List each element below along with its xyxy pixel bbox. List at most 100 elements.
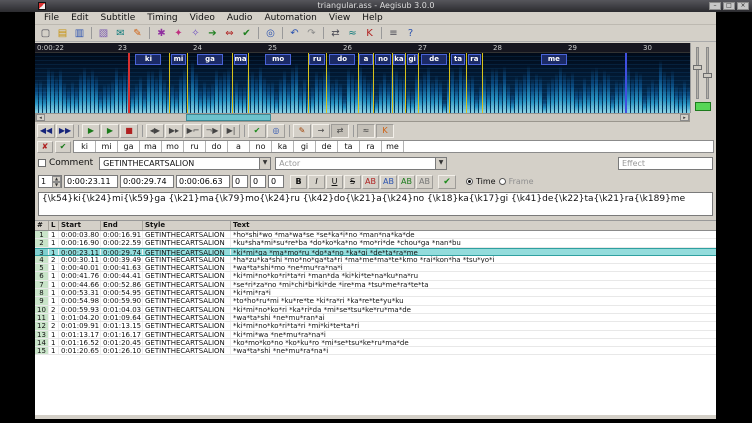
subtitle-row-1[interactable]: 110:00:03.800:00:16.91GETINTHECARTSALION… — [35, 231, 716, 239]
karaoke-section-gi[interactable]: gi — [405, 53, 418, 113]
karaoke-syllable-me[interactable]: me — [382, 141, 404, 152]
vertical-zoom-handle[interactable] — [693, 65, 702, 70]
play-first-500ms-button[interactable]: ▶⌐ — [184, 124, 202, 138]
chevron-down-icon[interactable]: ▼ — [435, 158, 446, 169]
karaoke-syllable-ru[interactable]: ru — [184, 141, 206, 152]
scroll-left-arrow[interactable]: ◂ — [36, 114, 45, 121]
karaoke-syllable-no[interactable]: no — [250, 141, 272, 152]
karaoke-section-do[interactable]: do — [326, 53, 358, 113]
accept-split-button[interactable]: ✔ — [55, 141, 71, 153]
audio-horizontal-scrollbar[interactable]: ◂ ▸ — [35, 113, 690, 122]
karaoke-syllable-ta[interactable]: ta — [338, 141, 360, 152]
close-button[interactable]: × — [737, 2, 749, 10]
vertical-zoom-slider[interactable] — [696, 47, 699, 99]
bold-button[interactable]: B — [290, 175, 307, 189]
karaoke-section-ka[interactable]: ka — [392, 53, 406, 113]
minimize-button[interactable]: – — [709, 2, 721, 10]
volume-handle[interactable] — [703, 73, 712, 78]
cancel-split-button[interactable]: ✘ — [37, 141, 53, 153]
next-line-button[interactable]: ▶▶ — [56, 124, 74, 138]
time-radio[interactable] — [466, 178, 473, 185]
karaoke-section-ga[interactable]: ga — [187, 53, 232, 113]
menu-view[interactable]: View — [323, 12, 356, 25]
menu-file[interactable]: File — [38, 12, 65, 25]
attachments-icon[interactable]: ✉ — [112, 26, 129, 41]
play-current-line-button[interactable]: ▶ — [101, 124, 119, 138]
karaoke-section-ki[interactable]: ki — [128, 53, 169, 113]
subtitle-row-2[interactable]: 210:00:16.900:00:22.59GETINTHECARTSALION… — [35, 239, 716, 247]
underline-button[interactable]: U — [326, 175, 343, 189]
menu-audio[interactable]: Audio — [221, 12, 259, 25]
margin-left-field[interactable] — [232, 175, 248, 188]
auto-next-toggle[interactable]: → — [312, 124, 330, 138]
shadow-color-button[interactable]: AB — [416, 175, 433, 189]
timing-postprocessor-icon[interactable]: ≈ — [344, 26, 361, 41]
open-subtitles-icon[interactable]: ▤ — [54, 26, 71, 41]
karaoke-section-ta[interactable]: ta — [449, 53, 466, 113]
audio-ruler[interactable]: 0:00:222324252627282930 — [35, 43, 690, 53]
properties-icon[interactable]: ▧ — [95, 26, 112, 41]
karaoke-syllable-ga[interactable]: ga — [118, 141, 140, 152]
karaoke-section-me[interactable]: me — [482, 53, 625, 113]
selection-end-marker[interactable] — [625, 53, 627, 113]
menu-timing[interactable]: Timing — [141, 12, 183, 25]
karaoke-syllable-de[interactable]: de — [316, 141, 338, 152]
resample-resolution-icon[interactable]: ⇔ — [221, 26, 238, 41]
karaoke-syllable-ma[interactable]: ma — [140, 141, 162, 152]
play-500ms-after-button[interactable]: ▶▸ — [165, 124, 183, 138]
frame-radio[interactable] — [499, 178, 506, 185]
auto-scroll-toggle[interactable]: ⇄ — [331, 124, 349, 138]
save-subtitles-icon[interactable]: ▥ — [71, 26, 88, 41]
fonts-collector-icon[interactable]: ✎ — [129, 26, 146, 41]
menu-subtitle[interactable]: Subtitle — [95, 12, 142, 25]
menu-edit[interactable]: Edit — [65, 12, 94, 25]
karaoke-section-mi[interactable]: mi — [169, 53, 187, 113]
karaoke-syllable-ra[interactable]: ra — [360, 141, 382, 152]
kanji-timer-icon[interactable]: K — [361, 26, 378, 41]
start-time-field[interactable] — [64, 175, 118, 188]
karaoke-section-mo[interactable]: mo — [248, 53, 308, 113]
commit-changes-button[interactable]: ✔ — [248, 124, 266, 138]
margin-right-field[interactable] — [250, 175, 266, 188]
commit-edit-button[interactable]: ✔ — [438, 175, 456, 189]
audio-display[interactable]: 0:00:222324252627282930 kimigamamorudoan… — [35, 43, 690, 113]
duration-field[interactable] — [176, 175, 230, 188]
subtitle-row-10[interactable]: 1020:00:59.930:01:04.03GETINTHECARTSALIO… — [35, 306, 716, 314]
karaoke-section-de[interactable]: de — [418, 53, 449, 113]
subtitle-row-6[interactable]: 610:00:41.760:00:44.41GETINTHECARTSALION… — [35, 272, 716, 280]
help-icon[interactable]: ? — [402, 26, 419, 41]
karaoke-section-ru[interactable]: ru — [308, 53, 326, 113]
end-time-field[interactable] — [120, 175, 174, 188]
subtitle-row-13[interactable]: 1310:01:13.170:01:16.17GETINTHECARTSALIO… — [35, 331, 716, 339]
new-subtitles-icon[interactable]: ▢ — [37, 26, 54, 41]
outline-color-button[interactable]: AB — [398, 175, 415, 189]
subtitle-row-4[interactable]: 420:00:30.110:00:39.49GETINTHECARTSALION… — [35, 256, 716, 264]
menu-video[interactable]: Video — [184, 12, 221, 25]
subtitle-row-8[interactable]: 810:00:53.310:00:54.95GETINTHECARTSALION… — [35, 289, 716, 297]
redo-icon[interactable]: ↷ — [303, 26, 320, 41]
scrollbar-thumb[interactable] — [186, 114, 271, 121]
prev-line-button[interactable]: ◀◀ — [37, 124, 55, 138]
stop-playback-button[interactable]: ■ — [120, 124, 138, 138]
find-icon[interactable]: ◎ — [262, 26, 279, 41]
karaoke-mode-toggle[interactable]: K — [376, 124, 394, 138]
style-dropdown[interactable]: GETINTHECARTSALION ▼ — [99, 157, 271, 170]
effect-field[interactable] — [618, 157, 713, 170]
play-to-end-button[interactable]: ▶| — [222, 124, 240, 138]
actor-dropdown[interactable]: Actor ▼ — [275, 157, 447, 170]
subtitle-text-editor[interactable]: {\k54}ki{\k24}mi{\k59}ga {\k21}ma{\k79}m… — [38, 192, 713, 216]
undo-icon[interactable]: ↶ — [286, 26, 303, 41]
chevron-down-icon[interactable]: ▼ — [259, 158, 270, 169]
spectrogram[interactable]: kimigamamorudoanokagidetarame — [35, 53, 690, 113]
subtitle-row-7[interactable]: 710:00:44.660:00:52.86GETINTHECARTSALION… — [35, 281, 716, 289]
italic-button[interactable]: I — [308, 175, 325, 189]
subtitle-row-15[interactable]: 1510:01:20.650:01:26.10GETINTHECARTSALIO… — [35, 347, 716, 355]
karaoke-syllable-mi[interactable]: mi — [96, 141, 118, 152]
scroll-right-arrow[interactable]: ▸ — [680, 114, 689, 121]
karaoke-section-ra[interactable]: ra — [466, 53, 482, 113]
play-500ms-before-button[interactable]: ◂▶ — [146, 124, 164, 138]
go-to-selection-button[interactable]: ◎ — [267, 124, 285, 138]
menu-help[interactable]: Help — [356, 12, 389, 25]
subtitle-row-11[interactable]: 1110:01:04.200:01:09.64GETINTHECARTSALIO… — [35, 314, 716, 322]
play-last-500ms-button[interactable]: ¬▶ — [203, 124, 221, 138]
